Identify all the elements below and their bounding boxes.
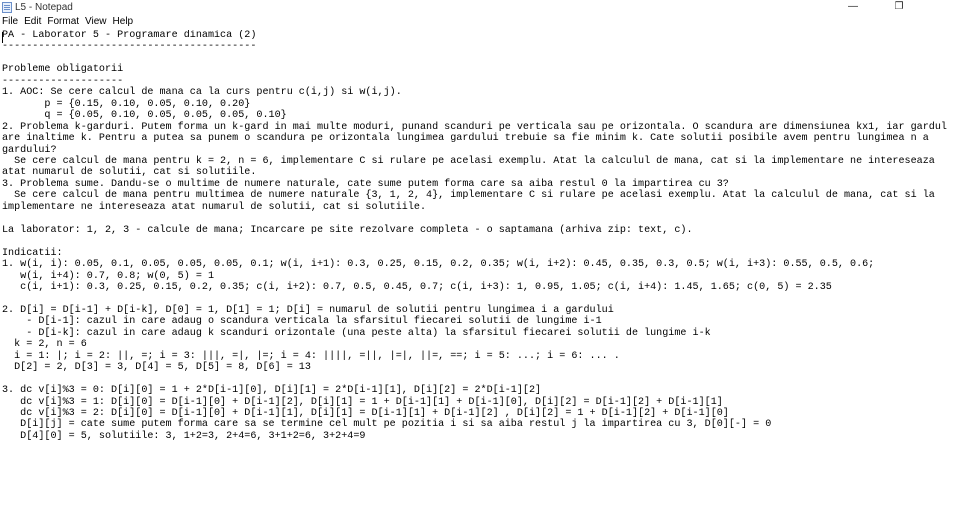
menu-file[interactable]: File xyxy=(0,15,21,29)
menu-help[interactable]: Help xyxy=(110,15,137,29)
window-controls: — ❐ xyxy=(830,0,968,14)
menu-view[interactable]: View xyxy=(82,15,110,29)
window-title: L5 - Notepad xyxy=(15,1,73,13)
document-text[interactable]: PA - Laborator 5 - Programare dinamica (… xyxy=(0,30,968,442)
maximize-button[interactable]: ❐ xyxy=(876,0,922,14)
title-bar: L5 - Notepad — ❐ xyxy=(0,0,968,14)
close-button[interactable] xyxy=(922,0,968,14)
notepad-icon xyxy=(2,1,12,13)
menu-edit[interactable]: Edit xyxy=(21,15,44,29)
menu-format[interactable]: Format xyxy=(44,15,82,29)
text-editor[interactable]: PA - Laborator 5 - Programare dinamica (… xyxy=(0,30,968,517)
minimize-button[interactable]: — xyxy=(830,0,876,14)
text-caret xyxy=(2,32,3,43)
menu-bar: File Edit Format View Help xyxy=(0,15,136,29)
